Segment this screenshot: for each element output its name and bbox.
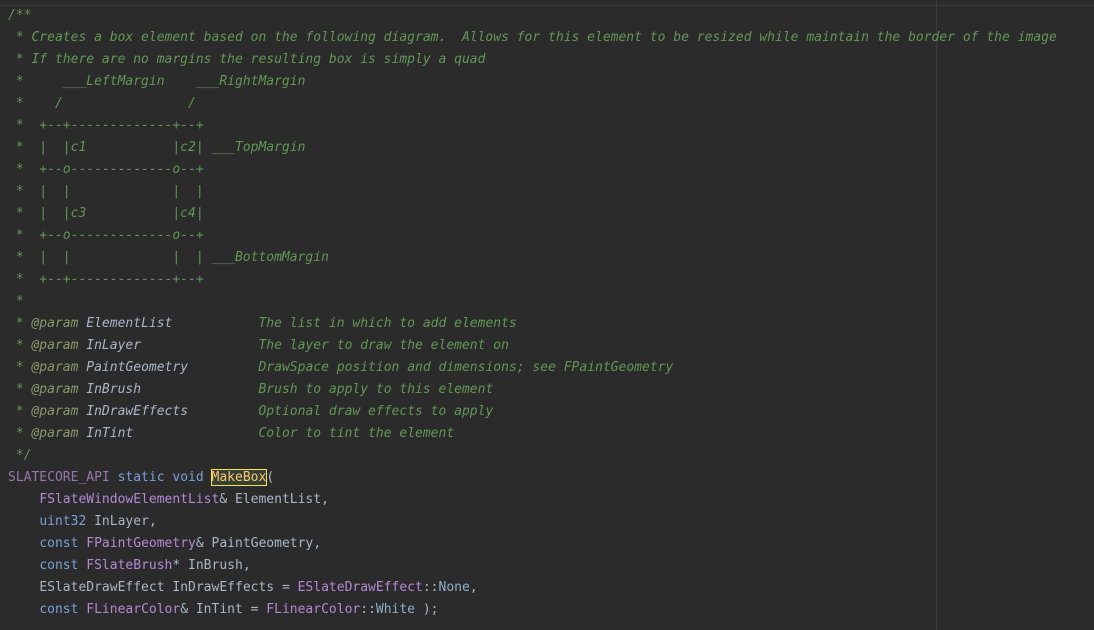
code-line: * | | | | ___BottomMargin <box>8 250 329 265</box>
param-name: InBrush <box>86 382 142 397</box>
arg-type: FSlateWindowElementList <box>39 492 220 507</box>
param-line: * @param InLayer The layer to draw the e… <box>8 335 1057 357</box>
code-line: * Creates a box element based on the fol… <box>8 30 1057 45</box>
code-line: * | |c1 |c2| ___TopMargin <box>8 140 306 155</box>
param-name: InLayer <box>86 338 142 353</box>
static-keyword: static <box>117 470 165 485</box>
param-name: InTint <box>86 426 134 441</box>
doc-prefix: * <box>8 360 32 375</box>
argument-line: uint32 InLayer, <box>39 514 157 529</box>
enum-value: None <box>438 580 470 595</box>
param-desc: Optional draw effects to apply <box>258 404 494 419</box>
api-macro: SLATECORE_API <box>8 470 110 485</box>
const-keyword: const <box>39 536 79 551</box>
param-tag: @param <box>31 360 79 375</box>
param-tag: @param <box>31 426 79 441</box>
doc-prefix: * <box>8 338 32 353</box>
param-line: * @param InBrush Brush to apply to this … <box>8 379 1057 401</box>
code-line: * | |c3 |c4| <box>8 206 204 221</box>
function-name-highlight[interactable]: MakeBox <box>210 469 268 486</box>
param-desc: The list in which to add elements <box>258 316 517 331</box>
argument-line: const FSlateBrush* InBrush, <box>39 558 251 573</box>
doc-prefix: * <box>8 426 32 441</box>
void-keyword: void <box>172 470 204 485</box>
doc-prefix: * <box>8 382 32 397</box>
param-desc: The layer to draw the element on <box>258 338 509 353</box>
param-tag: @param <box>31 338 79 353</box>
const-keyword: const <box>39 558 79 573</box>
param-desc: Brush to apply to this element <box>258 382 494 397</box>
param-line: * @param PaintGeometry DrawSpace positio… <box>8 357 1057 379</box>
param-name: InDrawEffects <box>86 404 189 419</box>
code-editor[interactable]: /** * Creates a box element based on the… <box>0 0 1094 630</box>
param-line: * @param InDrawEffects Optional draw eff… <box>8 401 1057 423</box>
argument-line: FSlateWindowElementList& ElementList, <box>39 492 329 507</box>
code-line: * +--o-------------o--+ <box>8 228 204 243</box>
code-line: * If there are no margins the resulting … <box>8 52 486 67</box>
arg-type: FLinearColor <box>86 602 181 617</box>
doc-prefix: * <box>8 316 32 331</box>
code-line: * +--+-------------+--+ <box>8 272 204 287</box>
code-line: * ___LeftMargin ___RightMargin <box>8 74 306 89</box>
param-line: * @param InTint Color to tint the elemen… <box>8 423 1057 445</box>
doc-prefix: * <box>8 404 32 419</box>
param-tag: @param <box>31 404 79 419</box>
arg-type: FPaintGeometry <box>86 536 196 551</box>
argument-line: ESlateDrawEffect InDrawEffects = ESlateD… <box>39 580 478 595</box>
enum-type: ESlateDrawEffect <box>297 580 423 595</box>
doc-close: */ <box>8 448 32 463</box>
param-tag: @param <box>31 316 79 331</box>
param-name: ElementList <box>86 316 173 331</box>
arg-type: ESlateDrawEffect <box>39 580 165 595</box>
code-line: * +--o-------------o--+ <box>8 162 204 177</box>
code-line: * / / <box>8 96 196 111</box>
const-keyword: const <box>39 602 79 617</box>
function-signature: SLATECORE_API static void MakeBox( <box>8 467 1057 489</box>
param-line: * @param ElementList The list in which t… <box>8 313 1057 335</box>
argument-line: const FLinearColor& InTint = FLinearColo… <box>39 602 439 617</box>
param-desc: DrawSpace position and dimensions; see F… <box>258 360 674 375</box>
code-line: * +--+-------------+--+ <box>8 118 204 133</box>
enum-value: White <box>375 602 416 617</box>
open-paren: ( <box>266 470 275 485</box>
code-line: * <box>8 294 24 309</box>
param-desc: Color to tint the element <box>258 426 455 441</box>
code-area[interactable]: /** * Creates a box element based on the… <box>8 5 1057 621</box>
code-line: * | | | | <box>8 184 204 199</box>
arg-type: uint32 <box>39 514 87 529</box>
arg-type: FSlateBrush <box>86 558 173 573</box>
argument-line: const FPaintGeometry& PaintGeometry, <box>39 536 322 551</box>
param-tag: @param <box>31 382 79 397</box>
param-name: PaintGeometry <box>86 360 189 375</box>
enum-type: FLinearColor <box>266 602 361 617</box>
code-line: /** <box>8 8 32 23</box>
